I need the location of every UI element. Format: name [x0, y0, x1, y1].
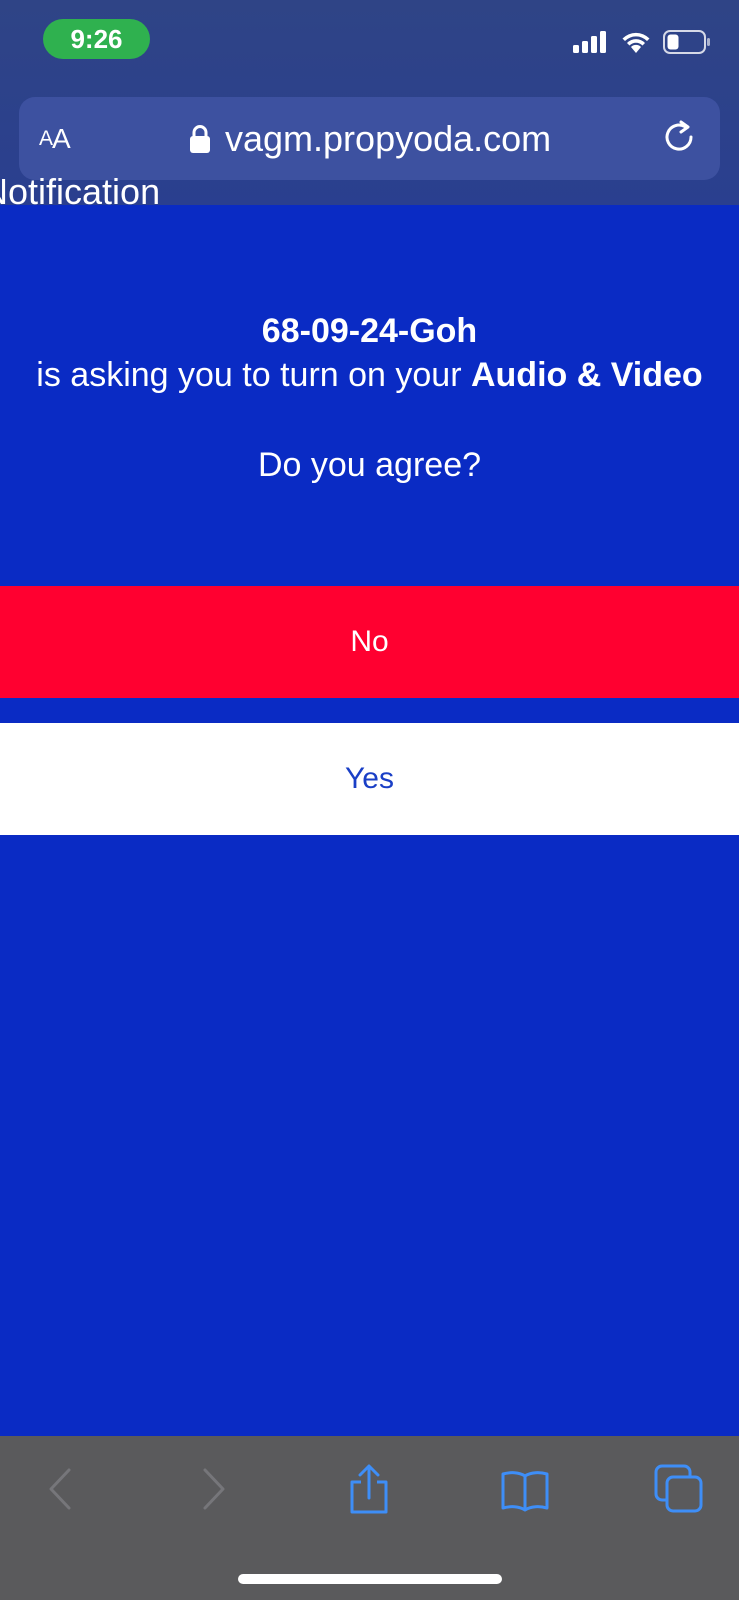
address-bar[interactable]: AA vagm.propyoda.com — [19, 97, 720, 180]
permission-request-text: is asking you to turn on your Audio & Vi… — [0, 356, 739, 395]
status-icons — [573, 30, 711, 54]
text-size-large-label: A — [52, 122, 71, 154]
tabs-icon[interactable] — [654, 1464, 704, 1514]
yes-button-label: Yes — [345, 762, 394, 795]
agree-question: Do you agree? — [257, 446, 482, 484]
permission-request-prefix: is asking you to turn on your — [36, 356, 471, 394]
status-time-pill[interactable]: 9:26 — [43, 19, 150, 59]
browser-top-chrome: 9:26 AA vagm.propyoda.com otification — [0, 0, 739, 205]
lock-icon — [190, 124, 210, 153]
url-display[interactable]: vagm.propyoda.com — [189, 97, 551, 180]
wifi-icon — [622, 32, 650, 53]
no-button[interactable]: No — [0, 586, 739, 698]
cellular-signal-icon — [573, 31, 606, 53]
back-arrow-icon[interactable] — [36, 1464, 86, 1514]
battery-icon — [663, 30, 710, 54]
url-text: vagm.propyoda.com — [225, 117, 552, 159]
no-button-label: No — [350, 625, 389, 658]
text-size-small-label: A — [39, 126, 53, 150]
forward-arrow-icon[interactable] — [188, 1464, 238, 1514]
partial-page-heading-text: Notification — [0, 171, 161, 205]
partial-page-heading: Notification — [0, 171, 180, 205]
requester-name: 68-09-24-Goh — [261, 312, 478, 350]
reload-icon[interactable] — [660, 118, 700, 158]
status-bar: 9:26 — [0, 0, 739, 80]
status-time: 9:26 — [70, 23, 123, 54]
share-icon[interactable] — [344, 1464, 394, 1514]
text-size-button[interactable]: AA — [39, 97, 71, 180]
yes-button[interactable]: Yes — [0, 723, 739, 835]
permission-request-emphasis: Audio & Video — [470, 356, 703, 394]
bookmarks-icon[interactable] — [500, 1464, 550, 1514]
home-indicator[interactable] — [238, 1574, 502, 1584]
